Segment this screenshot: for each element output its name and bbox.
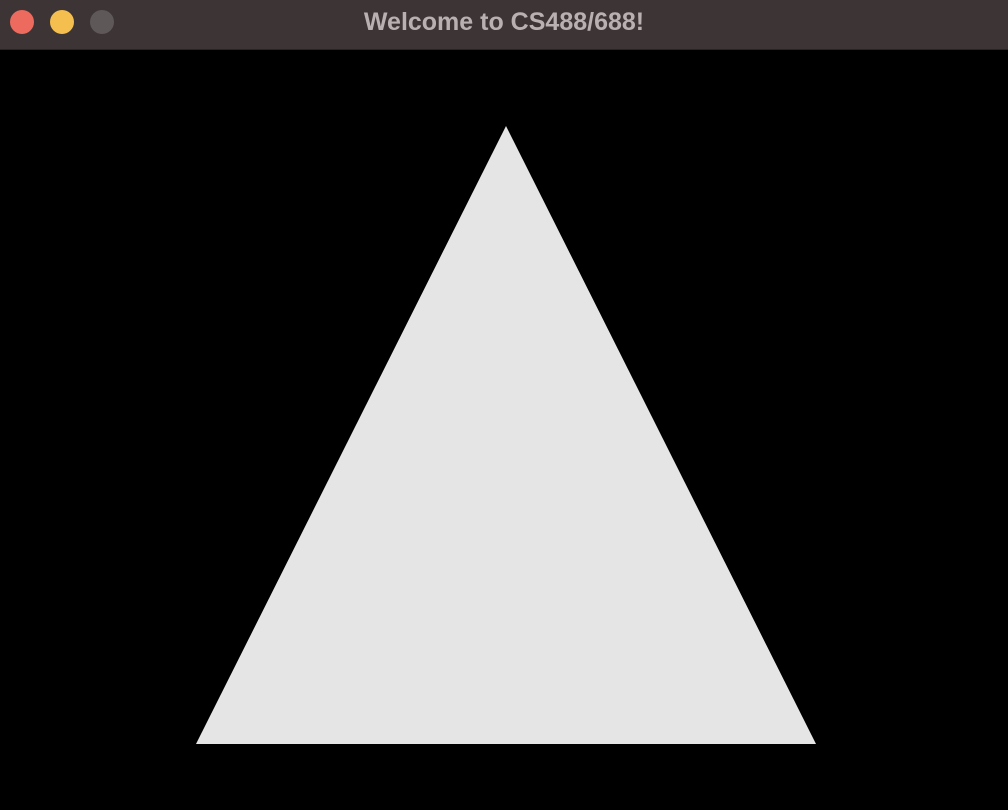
title-bar[interactable]: Welcome to CS488/688! — [0, 0, 1008, 50]
render-surface — [0, 50, 1008, 810]
render-canvas[interactable] — [0, 50, 1008, 810]
window-title: Welcome to CS488/688! — [363, 8, 645, 36]
app-window: Welcome to CS488/688! — [0, 0, 1008, 810]
